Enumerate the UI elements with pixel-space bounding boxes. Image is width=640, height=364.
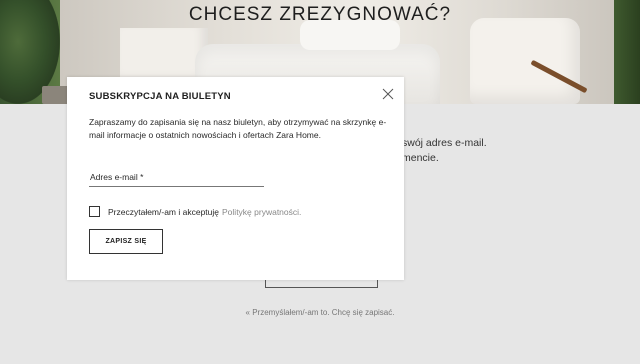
privacy-policy-link[interactable]: Politykę prywatności. [222, 207, 301, 217]
close-icon [382, 88, 394, 100]
modal-title: SUBSKRYPCJA NA BIULETYN [89, 91, 231, 102]
subscribe-button[interactable]: ZAPISZ SIĘ [89, 229, 163, 254]
background-text-line-2: mencie. [402, 152, 439, 164]
page-title: CHCESZ ZREZYGNOWAĆ? [188, 4, 452, 25]
hero-image-armchair [470, 18, 580, 104]
newsletter-modal: SUBSKRYPCJA NA BIULETYN Zapraszamy do za… [67, 77, 404, 280]
close-button[interactable] [381, 87, 395, 101]
back-to-subscribe-link[interactable]: « Przemyślałem/-am to. Chcę się zapisać. [0, 308, 640, 317]
background-text-line-1: swój adres e-mail. [402, 137, 487, 149]
consent-text: Przeczytałem/-am i akceptuję [108, 206, 220, 217]
privacy-checkbox[interactable] [89, 206, 100, 217]
modal-description: Zapraszamy do zapisania się na nasz biul… [89, 117, 387, 140]
privacy-consent: Przeczytałem/-am i akceptuję Politykę pr… [89, 206, 301, 217]
background-button[interactable] [265, 279, 378, 288]
email-field[interactable] [89, 169, 264, 187]
